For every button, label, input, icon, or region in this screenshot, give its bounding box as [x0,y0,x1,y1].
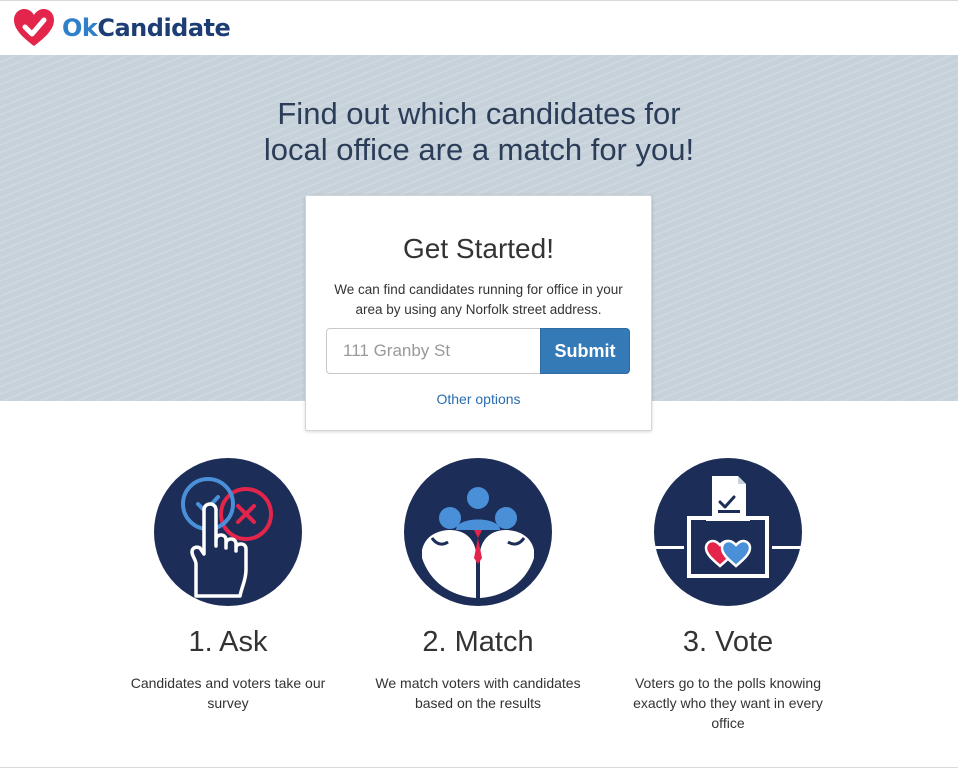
get-started-description: We can find candidates running for offic… [334,282,623,317]
brand-name-ok: Ok [62,14,98,42]
step-ask-description: Candidates and voters take our survey [130,675,326,711]
brand-name-candidate: Candidate [97,14,231,42]
step-vote-description: Voters go to the polls knowing exactly w… [633,675,823,731]
get-started-title: Get Started! [403,233,554,264]
step-match-description: We match voters with candidates based on… [375,675,581,711]
step-match: 2. Match We match voters with candidates… [358,458,598,713]
address-input[interactable] [326,328,542,374]
logo-link[interactable]: OkCandidate [12,7,231,49]
site-header: OkCandidate [0,0,958,55]
ballot-box-icon [654,458,802,606]
hero-title-line1: Find out which candidates for [277,96,681,131]
step-ask-title: 1. Ask [188,626,268,658]
ask-survey-icon [154,458,302,606]
other-options-link[interactable]: Other options [306,391,651,407]
hero-title-line2: local office are a match for you! [263,132,695,167]
submit-button[interactable]: Submit [540,328,630,374]
hero-title: Find out which candidates for local offi… [0,96,958,168]
footer-divider [0,767,958,768]
step-vote: 3. Vote Voters go to the polls knowing e… [608,458,848,733]
step-match-title: 2. Match [422,626,534,658]
step-vote-title: 3. Vote [682,626,774,658]
get-started-card: Get Started! We can find candidates runn… [305,195,652,431]
step-ask: 1. Ask Candidates and voters take our su… [108,458,348,713]
match-people-icon [404,458,552,606]
brand-name: OkCandidate [62,14,231,42]
heart-check-icon [14,9,54,46]
